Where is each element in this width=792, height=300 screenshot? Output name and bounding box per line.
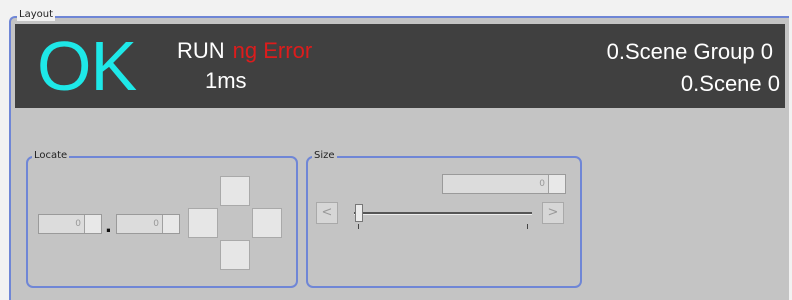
- locate-separator: .: [105, 216, 112, 237]
- move-left-button[interactable]: [188, 208, 218, 238]
- size-group: Size 0 < >: [306, 150, 582, 288]
- size-spin-button[interactable]: [548, 175, 565, 193]
- locate-group-label: Locate: [32, 150, 70, 162]
- move-right-button[interactable]: [252, 208, 282, 238]
- processing-time: 1ms: [205, 68, 247, 93]
- size-slider-thumb[interactable]: [355, 204, 363, 222]
- size-value: 0: [539, 179, 545, 189]
- size-increase-button[interactable]: >: [542, 202, 564, 224]
- slider-tick-min: [358, 224, 359, 229]
- result-status: OK: [37, 27, 137, 105]
- scene-group-label: 0.Scene Group 0: [606, 39, 773, 64]
- chevron-left-icon: <: [321, 205, 333, 220]
- scene-label: 0.Scene 0: [680, 71, 780, 96]
- locate-y-value: 0: [153, 219, 159, 229]
- locate-y-spin-button[interactable]: [162, 215, 179, 233]
- layout-group-label: Layout: [17, 9, 55, 21]
- locate-y-field[interactable]: 0: [116, 214, 180, 234]
- locate-x-value: 0: [75, 219, 81, 229]
- size-decrease-button[interactable]: <: [316, 202, 338, 224]
- slider-tick-max: [527, 224, 528, 229]
- dpad-center: [220, 208, 250, 238]
- locate-x-spin-button[interactable]: [84, 215, 101, 233]
- status-panel: OK RUN ng Error 1ms 0.Scene Group 0 0.Sce…: [15, 24, 785, 108]
- size-slider-track[interactable]: [354, 212, 532, 215]
- move-down-button[interactable]: [220, 240, 250, 270]
- chevron-right-icon: >: [547, 205, 559, 220]
- locate-group: Locate 0 . 0: [26, 150, 298, 288]
- run-label: RUN: [177, 38, 225, 63]
- move-up-button[interactable]: [220, 176, 250, 206]
- size-value-field[interactable]: 0: [442, 174, 566, 194]
- run-status-line: RUN ng Error: [177, 38, 312, 64]
- size-group-label: Size: [312, 150, 337, 162]
- ng-error-label: ng Error: [232, 38, 313, 63]
- locate-x-field[interactable]: 0: [38, 214, 102, 234]
